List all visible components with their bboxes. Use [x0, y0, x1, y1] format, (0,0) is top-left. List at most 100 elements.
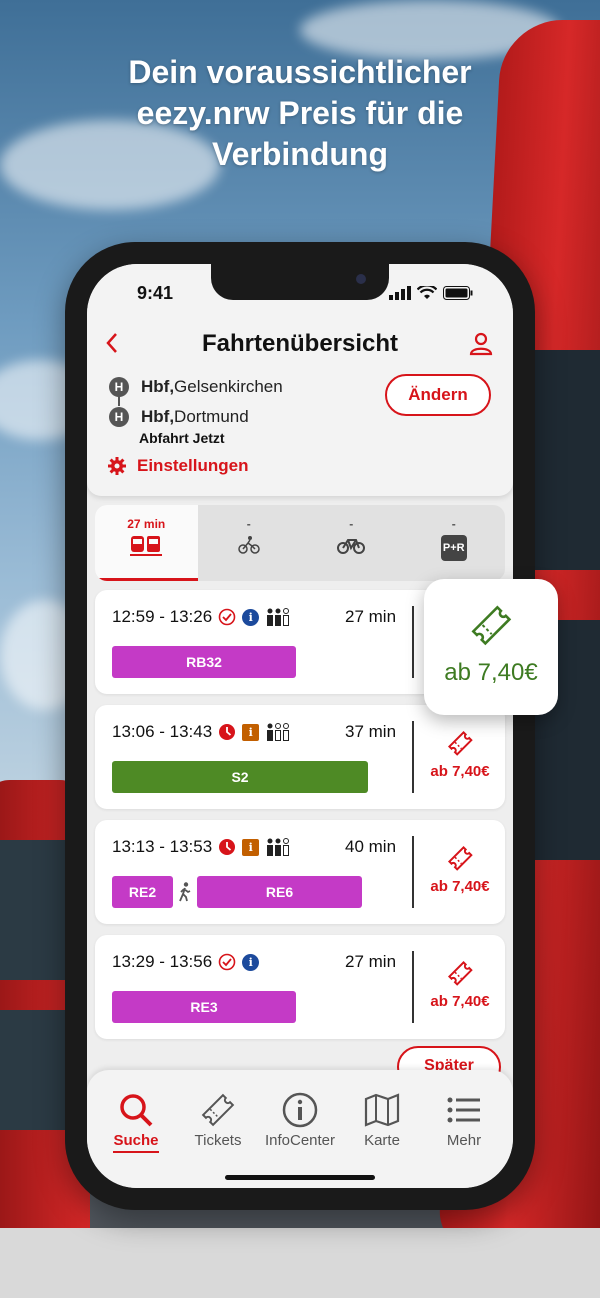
price-divider [412, 721, 414, 793]
origin-city: Gelsenkirchen [174, 377, 283, 396]
trip-times-row: 13:06 - 13:43 i [112, 722, 291, 742]
line-badge: RB32 [112, 646, 296, 678]
trip-price[interactable]: ab 7,40€ [417, 729, 503, 780]
tab-label: Karte [364, 1132, 400, 1149]
info-icon[interactable]: i [242, 608, 260, 626]
destination-stop: H Hbf, Dortmund [109, 402, 283, 432]
on-time-icon [218, 953, 236, 971]
origin-station: Hbf, [141, 377, 175, 396]
trip-price[interactable]: ab 7,40€ [417, 959, 503, 1010]
occupancy-icon [267, 608, 290, 626]
mode-tab-bike[interactable]: - [198, 505, 301, 581]
destination-station: Hbf, [141, 407, 175, 426]
trip-times-row: 12:59 - 13:26 i [112, 607, 291, 627]
mode-tab-public-transport[interactable]: 27 min [95, 505, 198, 581]
trip-card[interactable]: 13:06 - 13:43 i 37 min S2 ab 7,40€ [95, 705, 505, 809]
train-bus-icon [130, 536, 163, 556]
callout-price: ab 7,40€ [444, 659, 538, 686]
mode-duration: 27 min [127, 517, 166, 531]
trip-time: 13:06 - 13:43 [112, 722, 213, 741]
tab-tickets[interactable]: Tickets [177, 1092, 259, 1149]
trip-card[interactable]: 13:13 - 13:53 i 40 min RE2 RE6 ab 7,40€ [95, 820, 505, 924]
headline-line-2: eezy.nrw Preis für die [136, 95, 464, 131]
app-screen: 9:41 Fahrtenübersicht H Hbf, Gelsenkirch… [87, 264, 513, 1188]
line-badge: RE3 [112, 991, 296, 1023]
tab-mehr[interactable]: Mehr [423, 1092, 505, 1149]
tab-label: Mehr [446, 1132, 482, 1149]
trip-times-row: 13:13 - 13:53 i [112, 837, 291, 857]
bottom-tab-bar: Suche Tickets InfoCenter Karte Mehr [87, 1070, 513, 1188]
delay-clock-icon [219, 839, 236, 855]
info-icon[interactable]: i [242, 723, 260, 741]
mode-duration: - [246, 517, 251, 531]
headline-line-3: Verbindung [212, 136, 388, 172]
ticket-icon [447, 730, 473, 756]
trip-times-row: 13:29 - 13:56 i [112, 952, 260, 972]
info-icon[interactable]: i [242, 953, 260, 971]
gear-icon [108, 457, 126, 475]
trip-price-label: ab 7,40€ [430, 763, 490, 780]
menu-icon [447, 1097, 480, 1123]
destination-city: Dortmund [174, 407, 249, 426]
tab-label: Suche [113, 1132, 159, 1153]
tab-karte[interactable]: Karte [341, 1092, 423, 1149]
tab-infocenter[interactable]: InfoCenter [259, 1092, 341, 1149]
mode-tab-bike-share[interactable]: - [300, 505, 403, 581]
notch [211, 264, 389, 300]
bike-share-icon [337, 539, 366, 554]
user-icon[interactable] [469, 332, 493, 356]
trip-time: 13:29 - 13:56 [112, 952, 213, 971]
line-badge: RE6 [197, 876, 362, 908]
change-button[interactable]: Ändern [385, 374, 491, 416]
trip-duration: 37 min [345, 722, 397, 741]
signal-icon [389, 286, 411, 300]
price-divider [412, 951, 414, 1023]
mode-tabs: 27 min - - - P+R [95, 505, 505, 581]
ticket-icon [201, 1093, 235, 1127]
trip-duration: 40 min [345, 837, 397, 856]
park-ride-icon: P+R [440, 535, 467, 561]
trip-price[interactable]: ab 7,40€ [417, 844, 503, 895]
page-title: Fahrtenübersicht [201, 330, 399, 357]
platform [0, 1228, 600, 1298]
highlighted-price-callout[interactable]: ab 7,40€ [424, 579, 558, 715]
headline: Dein voraussichtlicher eezy.nrw Preis fü… [0, 52, 600, 175]
phone-frame: 9:41 Fahrtenübersicht H Hbf, Gelsenkirch… [65, 242, 535, 1210]
ticket-icon [447, 845, 473, 871]
info-icon[interactable]: i [242, 838, 260, 856]
settings-label: Einstellungen [137, 456, 249, 475]
mode-duration: - [451, 517, 456, 531]
route-summary: H Hbf, Gelsenkirchen H Hbf, Dortmund [109, 372, 283, 432]
mode-tab-park-ride[interactable]: - P+R [403, 505, 506, 581]
status-icons [389, 286, 473, 300]
on-time-icon [218, 608, 236, 626]
trip-time: 13:13 - 13:53 [112, 837, 213, 856]
route-connector [118, 396, 120, 406]
trip-header-card: 9:41 Fahrtenübersicht H Hbf, Gelsenkirch… [87, 264, 513, 496]
occupancy-icon [267, 838, 290, 856]
stop-icon: H [109, 407, 129, 427]
settings-link[interactable]: Einstellungen [107, 456, 248, 476]
trip-price-label: ab 7,40€ [430, 878, 490, 895]
tab-suche[interactable]: Suche [95, 1092, 177, 1153]
ticket-icon [471, 605, 512, 646]
tab-label: InfoCenter [264, 1132, 336, 1149]
map-icon [364, 1093, 400, 1127]
stop-icon: H [109, 377, 129, 397]
departure-time: Abfahrt Jetzt [139, 430, 225, 446]
delay-clock-icon [219, 724, 236, 740]
trip-card[interactable]: 13:29 - 13:56 i 27 min RE3 ab 7,40€ [95, 935, 505, 1039]
trip-price-label: ab 7,40€ [430, 993, 490, 1010]
line-badge: RE2 [112, 876, 173, 908]
origin-stop: H Hbf, Gelsenkirchen [109, 372, 283, 402]
tab-label: Tickets [194, 1132, 242, 1149]
mode-duration: - [349, 517, 354, 531]
price-divider [412, 606, 414, 678]
trip-time: 12:59 - 13:26 [112, 607, 213, 626]
info-icon [282, 1092, 318, 1128]
battery-icon [443, 286, 473, 300]
walk-icon [179, 882, 191, 902]
headline-line-1: Dein voraussichtlicher [128, 54, 472, 90]
search-icon [120, 1094, 153, 1127]
trip-duration: 27 min [345, 607, 397, 626]
